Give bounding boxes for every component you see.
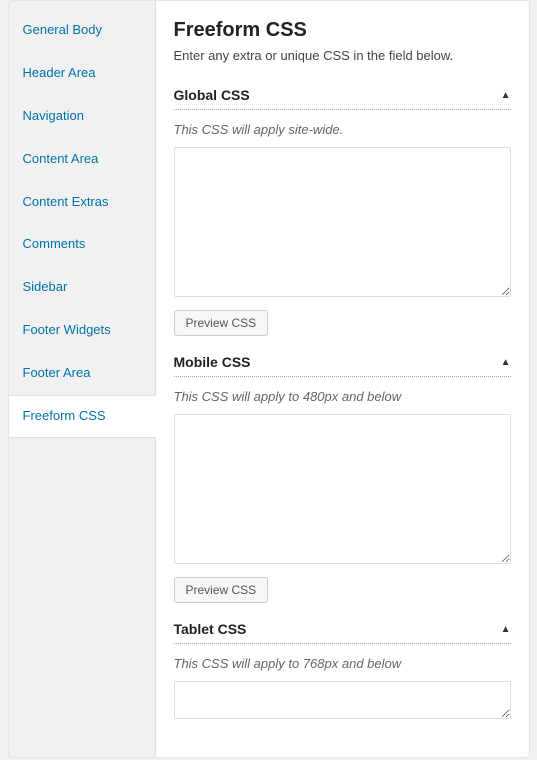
section-title: Mobile CSS — [174, 354, 251, 370]
section-title: Tablet CSS — [174, 621, 247, 637]
sidebar-item-label: General Body — [23, 22, 103, 37]
sidebar-item-label: Footer Widgets — [23, 322, 111, 337]
sidebar-item-header-area[interactable]: Header Area — [9, 52, 155, 95]
sidebar-item-label: Footer Area — [23, 365, 91, 380]
sidebar-item-label: Header Area — [23, 65, 96, 80]
sidebar-item-label: Sidebar — [23, 279, 68, 294]
collapse-icon: ▲ — [501, 357, 511, 368]
sidebar-item-label: Navigation — [23, 108, 84, 123]
section-toggle-tablet[interactable]: Tablet CSS ▲ — [174, 621, 511, 644]
sidebar-item-sidebar[interactable]: Sidebar — [9, 266, 155, 309]
sidebar-item-label: Content Extras — [23, 194, 109, 209]
section-global-css: Global CSS ▲ This CSS will apply site-wi… — [174, 87, 511, 336]
collapse-icon: ▲ — [501, 624, 511, 635]
page-title: Freeform CSS — [174, 19, 511, 42]
settings-panel: General Body Header Area Navigation Cont… — [8, 0, 530, 758]
mobile-css-input[interactable] — [174, 414, 511, 564]
sidebar-item-label: Comments — [23, 236, 86, 251]
sidebar-item-navigation[interactable]: Navigation — [9, 95, 155, 138]
sidebar: General Body Header Area Navigation Cont… — [9, 1, 155, 757]
sidebar-item-freeform-css[interactable]: Freeform CSS — [9, 395, 156, 438]
sidebar-item-label: Content Area — [23, 151, 99, 166]
section-title: Global CSS — [174, 87, 250, 103]
tablet-css-input[interactable] — [174, 681, 511, 719]
main-content: Freeform CSS Enter any extra or unique C… — [155, 1, 529, 757]
preview-css-button-mobile[interactable]: Preview CSS — [174, 577, 269, 603]
section-help-text: This CSS will apply to 480px and below — [174, 389, 511, 404]
section-help-text: This CSS will apply site-wide. — [174, 122, 511, 137]
global-css-input[interactable] — [174, 147, 511, 297]
sidebar-item-content-area[interactable]: Content Area — [9, 138, 155, 181]
section-tablet-css: Tablet CSS ▲ This CSS will apply to 768p… — [174, 621, 511, 722]
collapse-icon: ▲ — [501, 90, 511, 101]
sidebar-item-footer-area[interactable]: Footer Area — [9, 352, 155, 395]
sidebar-item-comments[interactable]: Comments — [9, 223, 155, 266]
preview-css-button-global[interactable]: Preview CSS — [174, 310, 269, 336]
sidebar-item-footer-widgets[interactable]: Footer Widgets — [9, 309, 155, 352]
section-toggle-global[interactable]: Global CSS ▲ — [174, 87, 511, 110]
page-description: Enter any extra or unique CSS in the fie… — [174, 48, 511, 63]
sidebar-item-label: Freeform CSS — [23, 408, 106, 423]
section-mobile-css: Mobile CSS ▲ This CSS will apply to 480p… — [174, 354, 511, 603]
section-toggle-mobile[interactable]: Mobile CSS ▲ — [174, 354, 511, 377]
section-help-text: This CSS will apply to 768px and below — [174, 656, 511, 671]
sidebar-item-general-body[interactable]: General Body — [9, 9, 155, 52]
sidebar-item-content-extras[interactable]: Content Extras — [9, 181, 155, 224]
